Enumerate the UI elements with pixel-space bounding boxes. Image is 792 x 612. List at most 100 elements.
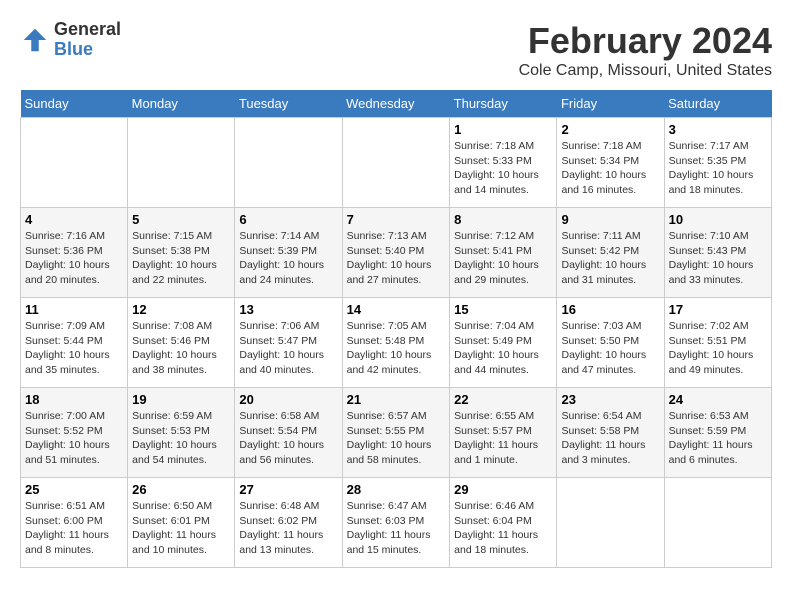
title-block: February 2024 Cole Camp, Missouri, Unite… (519, 20, 772, 80)
calendar-cell (235, 118, 342, 208)
day-info: Sunrise: 7:11 AMSunset: 5:42 PMDaylight:… (561, 229, 659, 288)
day-number: 23 (561, 392, 659, 407)
page-header: General Blue February 2024 Cole Camp, Mi… (20, 20, 772, 80)
calendar-cell (557, 478, 664, 568)
day-number: 25 (25, 482, 123, 497)
day-info: Sunrise: 7:05 AMSunset: 5:48 PMDaylight:… (347, 319, 446, 378)
subtitle: Cole Camp, Missouri, United States (519, 62, 772, 80)
calendar-cell: 24Sunrise: 6:53 AMSunset: 5:59 PMDayligh… (664, 388, 771, 478)
day-number: 10 (669, 212, 767, 227)
day-number: 3 (669, 122, 767, 137)
calendar-cell: 15 Sunrise: 7:04 AMSunset: 5:49 PMDayligh… (450, 298, 557, 388)
calendar-cell: 7 Sunrise: 7:13 AMSunset: 5:40 PMDaylight… (342, 208, 450, 298)
calendar-week-row: 11Sunrise: 7:09 AMSunset: 5:44 PMDayligh… (21, 298, 772, 388)
day-info: Sunrise: 7:03 AMSunset: 5:50 PMDaylight:… (561, 319, 659, 378)
calendar-cell: 26 Sunrise: 6:50 AMSunset: 6:01 PMDayligh… (128, 478, 235, 568)
day-info: Sunrise: 6:57 AMSunset: 5:55 PMDaylight:… (347, 409, 446, 468)
calendar-cell: 4 Sunrise: 7:16 AMSunset: 5:36 PMDaylight… (21, 208, 128, 298)
calendar-cell: 25 Sunrise: 6:51 AMSunset: 6:00 PMDayligh… (21, 478, 128, 568)
day-of-week-header: Tuesday (235, 90, 342, 118)
day-number: 16 (561, 302, 659, 317)
logo: General Blue (20, 20, 121, 60)
day-info: Sunrise: 6:50 AMSunset: 6:01 PMDaylight:… (132, 499, 230, 558)
day-info: Sunrise: 6:59 AMSunset: 5:53 PMDaylight:… (132, 409, 230, 468)
day-info: Sunrise: 7:16 AMSunset: 5:36 PMDaylight:… (25, 229, 123, 288)
day-of-week-header: Thursday (450, 90, 557, 118)
main-title: February 2024 (519, 20, 772, 62)
day-info: Sunrise: 6:58 AMSunset: 5:54 PMDaylight:… (239, 409, 337, 468)
day-info: Sunrise: 6:47 AMSunset: 6:03 PMDaylight:… (347, 499, 446, 558)
calendar-cell: 13 Sunrise: 7:06 AMSunset: 5:47 PMDayligh… (235, 298, 342, 388)
logo-line1: General (54, 20, 121, 40)
day-number: 1 (454, 122, 552, 137)
day-info: Sunrise: 7:12 AMSunset: 5:41 PMDaylight:… (454, 229, 552, 288)
calendar-cell: 27 Sunrise: 6:48 AMSunset: 6:02 PMDayligh… (235, 478, 342, 568)
day-number: 22 (454, 392, 552, 407)
calendar-cell: 8Sunrise: 7:12 AMSunset: 5:41 PMDaylight… (450, 208, 557, 298)
calendar-cell: 22Sunrise: 6:55 AMSunset: 5:57 PMDayligh… (450, 388, 557, 478)
day-number: 7 (347, 212, 446, 227)
day-number: 4 (25, 212, 123, 227)
calendar-cell (21, 118, 128, 208)
day-number: 2 (561, 122, 659, 137)
day-number: 14 (347, 302, 446, 317)
calendar-cell: 20 Sunrise: 6:58 AMSunset: 5:54 PMDayligh… (235, 388, 342, 478)
day-number: 27 (239, 482, 337, 497)
day-info: Sunrise: 6:46 AMSunset: 6:04 PMDaylight:… (454, 499, 552, 558)
day-info: Sunrise: 7:02 AMSunset: 5:51 PMDaylight:… (669, 319, 767, 378)
calendar-cell: 18 Sunrise: 7:00 AMSunset: 5:52 PMDayligh… (21, 388, 128, 478)
day-info: Sunrise: 6:54 AMSunset: 5:58 PMDaylight:… (561, 409, 659, 468)
day-number: 28 (347, 482, 446, 497)
calendar-week-row: 1 Sunrise: 7:18 AMSunset: 5:33 PMDaylight… (21, 118, 772, 208)
day-number: 9 (561, 212, 659, 227)
calendar-cell: 10 Sunrise: 7:10 AMSunset: 5:43 PMDayligh… (664, 208, 771, 298)
calendar-cell: 21 Sunrise: 6:57 AMSunset: 5:55 PMDayligh… (342, 388, 450, 478)
calendar-body: 1 Sunrise: 7:18 AMSunset: 5:33 PMDaylight… (21, 118, 772, 568)
calendar-week-row: 4 Sunrise: 7:16 AMSunset: 5:36 PMDaylight… (21, 208, 772, 298)
day-number: 20 (239, 392, 337, 407)
day-info: Sunrise: 6:51 AMSunset: 6:00 PMDaylight:… (25, 499, 123, 558)
day-number: 19 (132, 392, 230, 407)
day-info: Sunrise: 6:48 AMSunset: 6:02 PMDaylight:… (239, 499, 337, 558)
header-row: SundayMondayTuesdayWednesdayThursdayFrid… (21, 90, 772, 118)
day-info: Sunrise: 7:15 AMSunset: 5:38 PMDaylight:… (132, 229, 230, 288)
logo-line2: Blue (54, 40, 121, 60)
day-info: Sunrise: 7:10 AMSunset: 5:43 PMDaylight:… (669, 229, 767, 288)
day-number: 6 (239, 212, 337, 227)
calendar-cell: 5Sunrise: 7:15 AMSunset: 5:38 PMDaylight… (128, 208, 235, 298)
logo-text: General Blue (54, 20, 121, 60)
calendar-cell: 2 Sunrise: 7:18 AMSunset: 5:34 PMDaylight… (557, 118, 664, 208)
day-info: Sunrise: 7:17 AMSunset: 5:35 PMDaylight:… (669, 139, 767, 198)
day-number: 15 (454, 302, 552, 317)
day-of-week-header: Saturday (664, 90, 771, 118)
calendar-cell: 16 Sunrise: 7:03 AMSunset: 5:50 PMDayligh… (557, 298, 664, 388)
calendar-cell: 23 Sunrise: 6:54 AMSunset: 5:58 PMDayligh… (557, 388, 664, 478)
calendar-cell: 17Sunrise: 7:02 AMSunset: 5:51 PMDayligh… (664, 298, 771, 388)
day-info: Sunrise: 7:08 AMSunset: 5:46 PMDaylight:… (132, 319, 230, 378)
calendar-cell: 11Sunrise: 7:09 AMSunset: 5:44 PMDayligh… (21, 298, 128, 388)
calendar-cell (342, 118, 450, 208)
day-number: 18 (25, 392, 123, 407)
day-number: 12 (132, 302, 230, 317)
day-number: 21 (347, 392, 446, 407)
day-info: Sunrise: 7:06 AMSunset: 5:47 PMDaylight:… (239, 319, 337, 378)
calendar-cell: 12 Sunrise: 7:08 AMSunset: 5:46 PMDayligh… (128, 298, 235, 388)
day-info: Sunrise: 7:13 AMSunset: 5:40 PMDaylight:… (347, 229, 446, 288)
calendar-cell: 1 Sunrise: 7:18 AMSunset: 5:33 PMDaylight… (450, 118, 557, 208)
logo-icon (20, 25, 50, 55)
calendar-cell (128, 118, 235, 208)
day-info: Sunrise: 7:09 AMSunset: 5:44 PMDaylight:… (25, 319, 123, 378)
day-info: Sunrise: 7:18 AMSunset: 5:33 PMDaylight:… (454, 139, 552, 198)
day-info: Sunrise: 7:18 AMSunset: 5:34 PMDaylight:… (561, 139, 659, 198)
day-number: 13 (239, 302, 337, 317)
day-info: Sunrise: 7:04 AMSunset: 5:49 PMDaylight:… (454, 319, 552, 378)
day-info: Sunrise: 6:53 AMSunset: 5:59 PMDaylight:… (669, 409, 767, 468)
calendar-cell: 3 Sunrise: 7:17 AMSunset: 5:35 PMDaylight… (664, 118, 771, 208)
calendar-table: SundayMondayTuesdayWednesdayThursdayFrid… (20, 90, 772, 568)
day-info: Sunrise: 7:00 AMSunset: 5:52 PMDaylight:… (25, 409, 123, 468)
day-number: 26 (132, 482, 230, 497)
calendar-cell: 29Sunrise: 6:46 AMSunset: 6:04 PMDayligh… (450, 478, 557, 568)
calendar-week-row: 25 Sunrise: 6:51 AMSunset: 6:00 PMDayligh… (21, 478, 772, 568)
day-of-week-header: Sunday (21, 90, 128, 118)
calendar-week-row: 18 Sunrise: 7:00 AMSunset: 5:52 PMDayligh… (21, 388, 772, 478)
